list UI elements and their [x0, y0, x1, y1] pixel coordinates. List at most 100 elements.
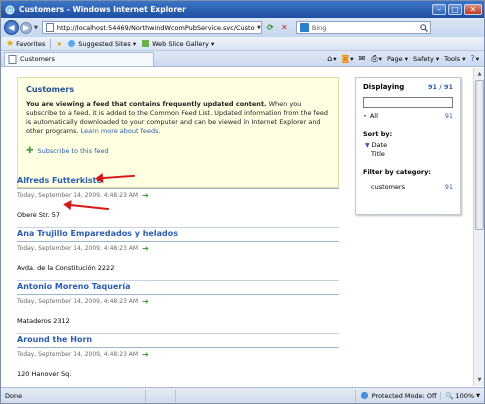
category-customers[interactable]: customers 91	[371, 183, 453, 191]
feeds-button[interactable]: ◙ ▾	[342, 54, 354, 63]
scroll-up-icon[interactable]: ▲	[475, 69, 484, 79]
ie-page-icon	[68, 40, 76, 47]
entry-divider	[17, 188, 339, 189]
entry-address: Obere Str. 57	[17, 211, 60, 219]
sort-date-label: Date	[371, 141, 388, 149]
entry-date: Today, September 14, 2009, 4:48:23 AM ➔	[17, 297, 339, 306]
favorites-add-icon[interactable]: ★	[56, 40, 62, 48]
address-dropdown-icon[interactable]: ▼	[257, 25, 261, 31]
entry-address: 120 Hanover Sq.	[17, 370, 72, 378]
entry-separator	[17, 333, 339, 334]
bing-icon	[299, 23, 309, 32]
zoom-icon: 🔍	[445, 391, 454, 400]
filter-heading: Filter by category:	[363, 168, 431, 176]
feed-page: Customers You are viewing a feed that co…	[3, 68, 473, 386]
go-arrow-icon[interactable]: ➔	[142, 244, 149, 253]
home-icon: ⌂	[327, 54, 333, 63]
suggested-sites-link[interactable]: Suggested Sites ▾	[67, 39, 136, 48]
zoom-control[interactable]: 🔍 100% ▼	[440, 391, 484, 400]
mail-button[interactable]: ✉	[359, 54, 367, 63]
scroll-thumb[interactable]	[475, 80, 484, 230]
category-name: customers	[371, 183, 405, 191]
all-count: 91	[444, 112, 453, 120]
protected-mode-indicator[interactable]: Protected Mode: Off	[354, 389, 441, 402]
favorites-button[interactable]: ★ Favorites	[6, 39, 45, 49]
globe-icon	[360, 391, 368, 400]
close-window-button[interactable]: ✕	[464, 4, 482, 15]
entry-date-text: Today, September 14, 2009, 4:48:23 AM	[17, 351, 139, 358]
separator	[50, 38, 52, 49]
command-bar: ⌂ ▾ ◙ ▾ ✉ ⎙ ▾ Page ▾ Safety ▾ Tools ▾ ? ▾	[327, 54, 484, 64]
entry-title-link[interactable]: Antonio Moreno Taquería	[17, 282, 339, 291]
maximize-button[interactable]: □	[448, 4, 462, 15]
print-button[interactable]: ⎙ ▾	[371, 54, 382, 64]
scroll-down-icon[interactable]: ▼	[475, 375, 484, 385]
stop-icon[interactable]: ✕	[279, 22, 290, 33]
refresh-icon[interactable]: ⟳	[265, 22, 276, 33]
go-arrow-icon[interactable]: ➔	[142, 350, 149, 359]
navigation-bar: ◀ ▶ ▼ http://localhost:54469/NorthwindWc…	[1, 18, 484, 37]
entry-divider	[17, 347, 339, 348]
zoom-dropdown-icon[interactable]: ▼	[476, 393, 480, 399]
star-icon: ★	[6, 38, 15, 49]
status-cell	[145, 389, 175, 402]
entry-title-link[interactable]: Ana Trujillo Emparedados y helados	[17, 229, 339, 238]
address-bar[interactable]: http://localhost:54469/NorthwindWcomPubS…	[41, 21, 262, 34]
entry-divider	[17, 294, 339, 295]
search-icon[interactable]	[418, 21, 430, 34]
entry-title-link[interactable]: Around the Horn	[17, 335, 339, 344]
arrow-head-icon	[62, 199, 72, 211]
web-slice-gallery-label: Web Slice Gallery ▾	[152, 39, 215, 48]
feed-entry: Antonio Moreno Taquería Today, September…	[17, 282, 339, 334]
search-box[interactable]: Bing	[295, 21, 431, 34]
favorites-bar: ★ Favorites ★ Suggested Sites ▾ Web Slice…	[1, 37, 484, 51]
feed-entry: Ana Trujillo Emparedados y helados Today…	[17, 229, 339, 281]
entry-title-link[interactable]: Alfreds Futterkiste	[17, 176, 339, 185]
minimize-button[interactable]: –	[432, 4, 446, 15]
web-slice-gallery-link[interactable]: Web Slice Gallery ▾	[141, 39, 214, 48]
status-bar: Done Protected Mode: Off 🔍 100% ▼	[1, 387, 484, 403]
forward-button[interactable]: ▶	[20, 21, 32, 34]
go-arrow-icon[interactable]: ➔	[142, 191, 149, 200]
page-icon	[45, 23, 54, 32]
address-input[interactable]: http://localhost:54469/NorthwindWcomPubS…	[57, 24, 255, 32]
suggested-sites-label: Suggested Sites ▾	[78, 39, 137, 48]
sort-heading: Sort by:	[363, 130, 393, 138]
help-button[interactable]: ? ▾	[470, 54, 479, 63]
subscribe-link[interactable]: ✚ Subscribe to this feed	[26, 146, 108, 156]
page-menu[interactable]: Page ▾	[387, 55, 408, 63]
tab-customers[interactable]: Customers	[4, 51, 154, 66]
tab-row: Customers ⌂ ▾ ◙ ▾ ✉ ⎙ ▾ Page ▾ Safety ▾ Too…	[1, 51, 484, 67]
home-button[interactable]: ⌂ ▾	[327, 54, 336, 63]
help-icon: ?	[470, 54, 475, 63]
page-icon	[8, 54, 17, 64]
zoom-label: 100%	[455, 391, 475, 400]
protected-mode-label: Protected Mode: Off	[371, 391, 437, 400]
learn-more-link[interactable]: Learn more about feeds.	[81, 127, 161, 135]
history-dropdown-icon[interactable]: ▼	[34, 25, 38, 31]
entry-address: Mataderos 2312	[17, 317, 70, 325]
go-arrow-icon[interactable]: ➔	[142, 297, 149, 306]
safety-menu[interactable]: Safety ▾	[413, 55, 439, 63]
back-button[interactable]: ◀	[4, 20, 19, 35]
feed-description: You are viewing a feed that contains fre…	[26, 100, 330, 136]
sort-by-title[interactable]: Title	[371, 150, 453, 158]
arrow-head-icon	[94, 173, 104, 184]
all-label: All	[369, 112, 378, 120]
entry-date-text: Today, September 14, 2009, 4:48:23 AM	[17, 192, 139, 199]
sort-by-date[interactable]: ▼ Date	[365, 141, 453, 149]
tab-label: Customers	[20, 55, 55, 63]
bullet-icon: •	[363, 112, 367, 120]
feed-description-bold: You are viewing a feed that contains fre…	[26, 100, 267, 108]
feed-search-input[interactable]	[363, 97, 453, 108]
feed-entry: Around the Horn Today, September 14, 200…	[17, 335, 339, 378]
filter-all[interactable]: • All 91	[363, 112, 453, 120]
search-input[interactable]: Bing	[312, 24, 418, 32]
displaying-label: Displaying	[363, 83, 405, 91]
subscribe-icon: ✚	[26, 146, 34, 156]
tools-menu[interactable]: Tools ▾	[444, 55, 465, 63]
entry-date-text: Today, September 14, 2009, 4:48:23 AM	[17, 245, 139, 252]
vertical-scrollbar[interactable]: ▲ ▼	[473, 68, 484, 386]
printer-icon: ⎙	[371, 53, 378, 63]
feed-icon: ◙	[341, 54, 350, 63]
